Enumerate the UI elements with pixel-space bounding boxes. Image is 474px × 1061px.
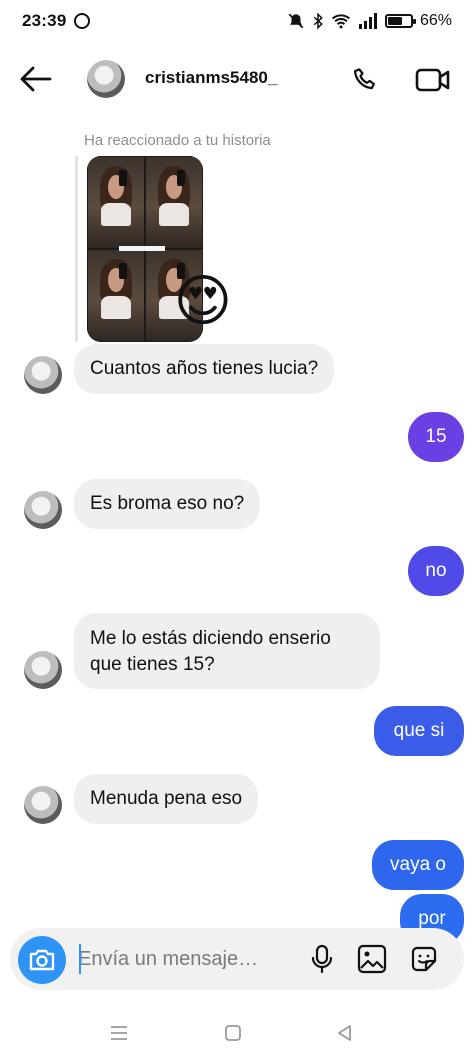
video-camera-icon bbox=[415, 68, 450, 92]
whatsapp-icon bbox=[74, 13, 91, 29]
chat-header: cristianms5480_ bbox=[0, 48, 474, 110]
story-photo-tile bbox=[87, 249, 145, 342]
back-nav-button[interactable] bbox=[330, 1020, 360, 1046]
avatar[interactable] bbox=[87, 60, 125, 98]
message-incoming[interactable]: Me lo estás diciendo enserio que tienes … bbox=[74, 613, 380, 689]
home-square-icon bbox=[225, 1025, 241, 1041]
heart-eyes-emoji-icon: 😍 bbox=[173, 269, 233, 332]
avatar[interactable] bbox=[24, 786, 62, 824]
system-nav-bar bbox=[0, 1006, 474, 1061]
status-icons: 66% bbox=[287, 12, 452, 30]
camera-button[interactable] bbox=[18, 936, 66, 984]
status-bar: 23:39 66% bbox=[0, 0, 474, 42]
message-outgoing[interactable]: 15 bbox=[408, 412, 464, 462]
signal-icon bbox=[358, 13, 377, 29]
sticker-icon bbox=[411, 946, 437, 972]
avatar[interactable] bbox=[24, 651, 62, 689]
message-incoming[interactable]: Es broma eso no? bbox=[74, 479, 261, 529]
text-cursor bbox=[79, 944, 81, 974]
sticker-button[interactable] bbox=[406, 941, 442, 977]
video-call-button[interactable] bbox=[410, 61, 456, 99]
battery-percent: 66% bbox=[419, 12, 452, 29]
message-input[interactable] bbox=[78, 941, 278, 977]
menu-nav-button[interactable] bbox=[104, 1020, 134, 1046]
avatar[interactable] bbox=[24, 356, 62, 394]
microphone-icon bbox=[311, 944, 333, 974]
message-incoming[interactable]: Cuantos años tienes lucia? bbox=[74, 344, 335, 394]
story-photo-tile bbox=[87, 156, 145, 249]
wifi-icon bbox=[331, 14, 350, 29]
bluetooth-icon bbox=[313, 12, 323, 30]
status-time: 23:39 bbox=[22, 11, 67, 30]
camera-icon bbox=[29, 949, 55, 971]
gallery-button[interactable] bbox=[354, 941, 390, 977]
back-button[interactable] bbox=[18, 62, 54, 96]
avatar[interactable] bbox=[24, 491, 62, 529]
story-reaction-caption: Ha reaccionado a tu historia bbox=[84, 132, 271, 149]
message-outgoing[interactable]: que si bbox=[374, 706, 464, 756]
back-triangle-icon bbox=[338, 1025, 351, 1041]
message-outgoing[interactable]: no bbox=[408, 546, 464, 596]
voice-message-button[interactable] bbox=[304, 941, 340, 977]
message-outgoing[interactable]: vaya o bbox=[372, 840, 464, 890]
back-arrow-icon bbox=[20, 66, 52, 92]
gallery-icon bbox=[357, 944, 387, 974]
story-caption-bar bbox=[119, 246, 166, 252]
chat-username[interactable]: cristianms5480_ bbox=[145, 68, 277, 88]
story-photo-tile bbox=[145, 156, 203, 249]
message-composer bbox=[10, 928, 464, 990]
phone-icon bbox=[353, 68, 375, 90]
call-button[interactable] bbox=[347, 61, 385, 99]
battery-icon bbox=[384, 14, 416, 28]
menu-icon bbox=[111, 1026, 127, 1040]
story-reply-line bbox=[75, 156, 78, 342]
message-incoming[interactable]: Menuda pena eso bbox=[74, 774, 259, 824]
home-nav-button[interactable] bbox=[218, 1020, 248, 1046]
mute-icon bbox=[288, 13, 304, 29]
